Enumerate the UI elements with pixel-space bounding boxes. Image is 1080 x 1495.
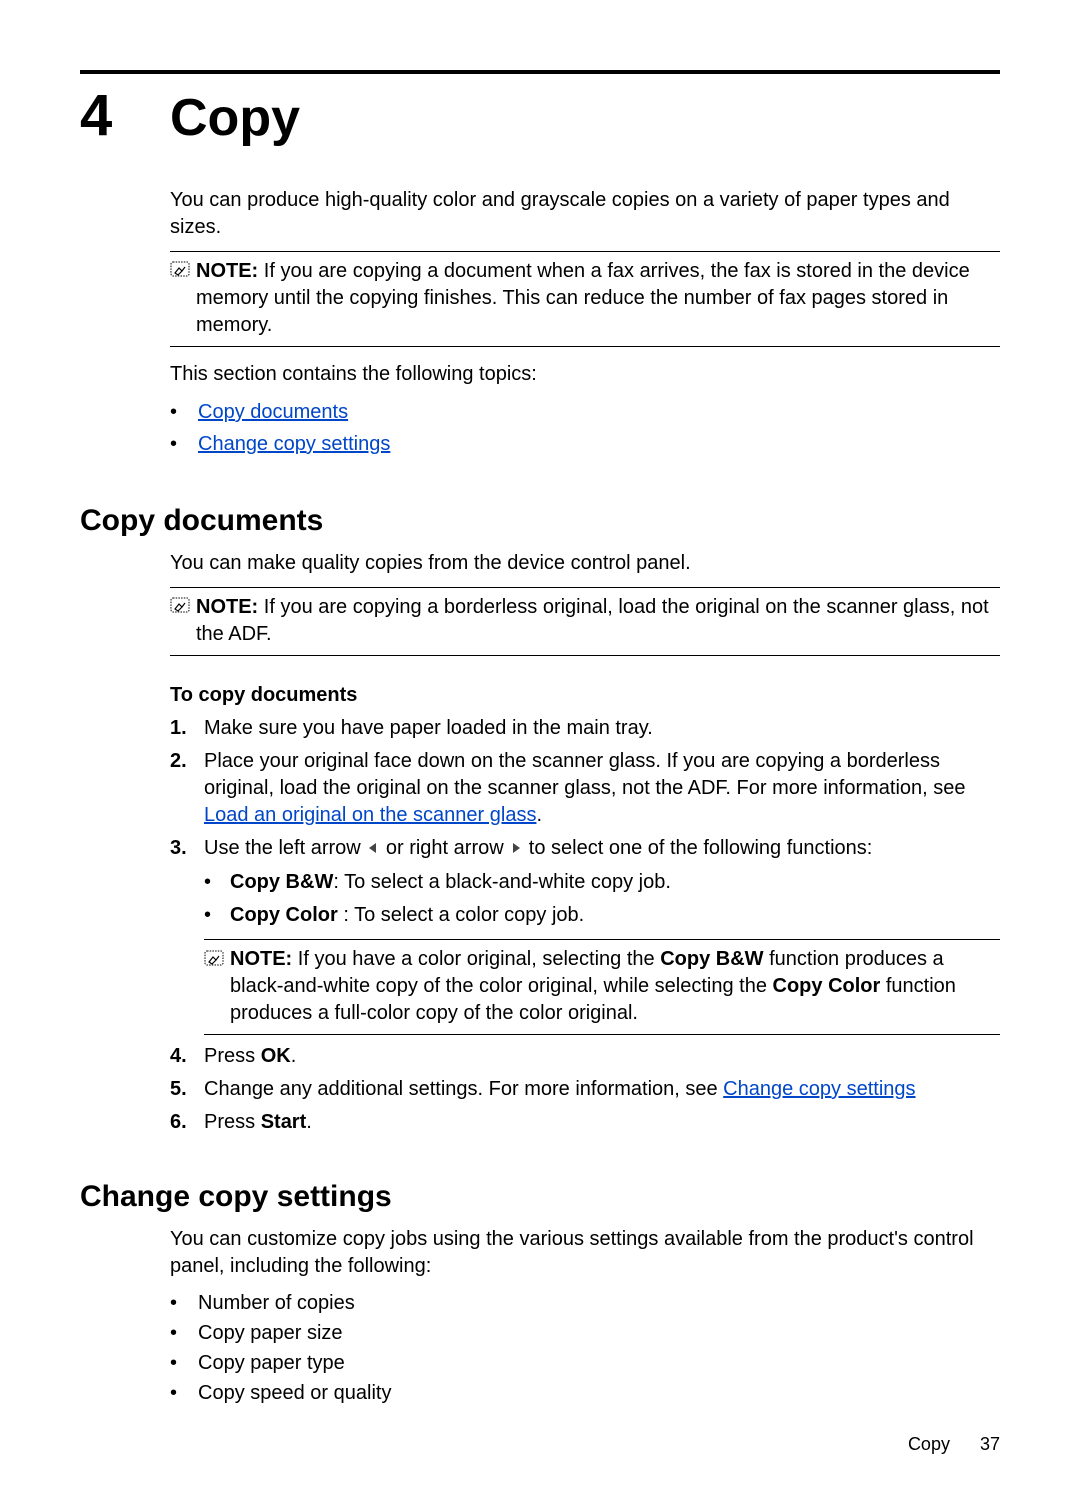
- note-label: NOTE:: [196, 260, 258, 282]
- footer-label: Copy: [908, 1434, 950, 1455]
- step-3-text-c: to select one of the following functions…: [523, 837, 872, 859]
- section-title-copy-documents: Copy documents: [80, 504, 1000, 538]
- note-block-fax: NOTE: If you are copying a document when…: [170, 251, 1000, 347]
- topics-intro: This section contains the following topi…: [170, 361, 1000, 388]
- copy-bw-label: Copy B&W: [230, 871, 333, 893]
- page-footer: Copy 37: [908, 1434, 1000, 1455]
- step-6-b: .: [306, 1111, 312, 1133]
- note-text: NOTE: If you are copying a borderless or…: [196, 594, 1000, 648]
- right-arrow-icon: [509, 836, 523, 863]
- step-2: Place your original face down on the sca…: [170, 748, 1000, 829]
- chapter-rule: [80, 70, 1000, 74]
- copy-color-label: Copy Color: [230, 904, 338, 926]
- step-5-a: Change any additional settings. For more…: [204, 1078, 723, 1100]
- section1-intro: You can make quality copies from the dev…: [170, 550, 1000, 577]
- step-3: Use the left arrow or right arrow to sel…: [170, 835, 1000, 1035]
- note-part-a: If you have a color original, selecting …: [298, 948, 660, 970]
- list-item: Copy paper type: [170, 1348, 1000, 1378]
- note-body: If you are copying a borderless original…: [196, 596, 989, 645]
- footer-page-number: 37: [980, 1434, 1000, 1455]
- step-3-text-b: or right arrow: [380, 837, 509, 859]
- ok-bold: OK: [261, 1045, 291, 1067]
- chapter-header: 4 Copy: [80, 82, 1000, 149]
- note-icon: [204, 949, 230, 976]
- intro-paragraph: You can produce high-quality color and g…: [170, 187, 1000, 241]
- left-arrow-icon: [366, 836, 380, 863]
- list-item: Copy speed or quality: [170, 1378, 1000, 1408]
- link-change-copy-settings[interactable]: Change copy settings: [198, 428, 390, 460]
- step-4-b: .: [291, 1045, 297, 1067]
- step-3-text-a: Use the left arrow: [204, 837, 366, 859]
- note-label: NOTE:: [196, 596, 258, 618]
- sub-item-bw: Copy B&W: To select a black-and-white co…: [204, 869, 1000, 896]
- step-1: Make sure you have paper loaded in the m…: [170, 715, 1000, 742]
- sub-item-color: Copy Color : To select a color copy job.: [204, 902, 1000, 929]
- link-change-copy-settings-inline[interactable]: Change copy settings: [723, 1078, 915, 1100]
- note-text: NOTE: If you have a color original, sele…: [230, 946, 1000, 1027]
- note-color-bold: Copy Color: [773, 975, 881, 997]
- procedure-list: Make sure you have paper loaded in the m…: [170, 715, 1000, 1136]
- topic-item: Copy documents: [170, 396, 1000, 428]
- step-6: Press Start.: [170, 1109, 1000, 1136]
- copy-color-text: : To select a color copy job.: [338, 904, 584, 926]
- note-block-borderless: NOTE: If you are copying a borderless or…: [170, 587, 1000, 656]
- step-2-text-b: .: [536, 804, 542, 826]
- step-4-a: Press: [204, 1045, 261, 1067]
- settings-list: Number of copies Copy paper size Copy pa…: [170, 1288, 1000, 1408]
- link-load-original[interactable]: Load an original on the scanner glass: [204, 804, 536, 826]
- topic-list: Copy documents Change copy settings: [170, 396, 1000, 460]
- link-copy-documents[interactable]: Copy documents: [198, 396, 348, 428]
- step-6-a: Press: [204, 1111, 261, 1133]
- step-3-sublist: Copy B&W: To select a black-and-white co…: [204, 869, 1000, 929]
- topic-item: Change copy settings: [170, 428, 1000, 460]
- section2-intro: You can customize copy jobs using the va…: [170, 1226, 1000, 1280]
- chapter-number: 4: [80, 82, 170, 149]
- note-block-color-original: NOTE: If you have a color original, sele…: [204, 939, 1000, 1035]
- note-label: NOTE:: [230, 948, 292, 970]
- step-5: Change any additional settings. For more…: [170, 1076, 1000, 1103]
- step-2-text-a: Place your original face down on the sca…: [204, 750, 966, 799]
- note-icon: [170, 597, 196, 620]
- setting-item: Copy paper type: [198, 1348, 345, 1378]
- copy-bw-text: : To select a black-and-white copy job.: [333, 871, 671, 893]
- step-4: Press OK.: [170, 1043, 1000, 1070]
- note-text: NOTE: If you are copying a document when…: [196, 258, 1000, 339]
- setting-item: Copy paper size: [198, 1318, 343, 1348]
- setting-item: Number of copies: [198, 1288, 355, 1318]
- start-bold: Start: [261, 1111, 307, 1133]
- section-title-change-copy-settings: Change copy settings: [80, 1180, 1000, 1214]
- note-body: If you are copying a document when a fax…: [196, 260, 970, 336]
- procedure-title: To copy documents: [170, 684, 1000, 707]
- step-1-text: Make sure you have paper loaded in the m…: [204, 717, 653, 739]
- list-item: Number of copies: [170, 1288, 1000, 1318]
- note-icon: [170, 261, 196, 284]
- note-bw-bold: Copy B&W: [660, 948, 763, 970]
- setting-item: Copy speed or quality: [198, 1378, 391, 1408]
- chapter-title: Copy: [170, 88, 300, 148]
- list-item: Copy paper size: [170, 1318, 1000, 1348]
